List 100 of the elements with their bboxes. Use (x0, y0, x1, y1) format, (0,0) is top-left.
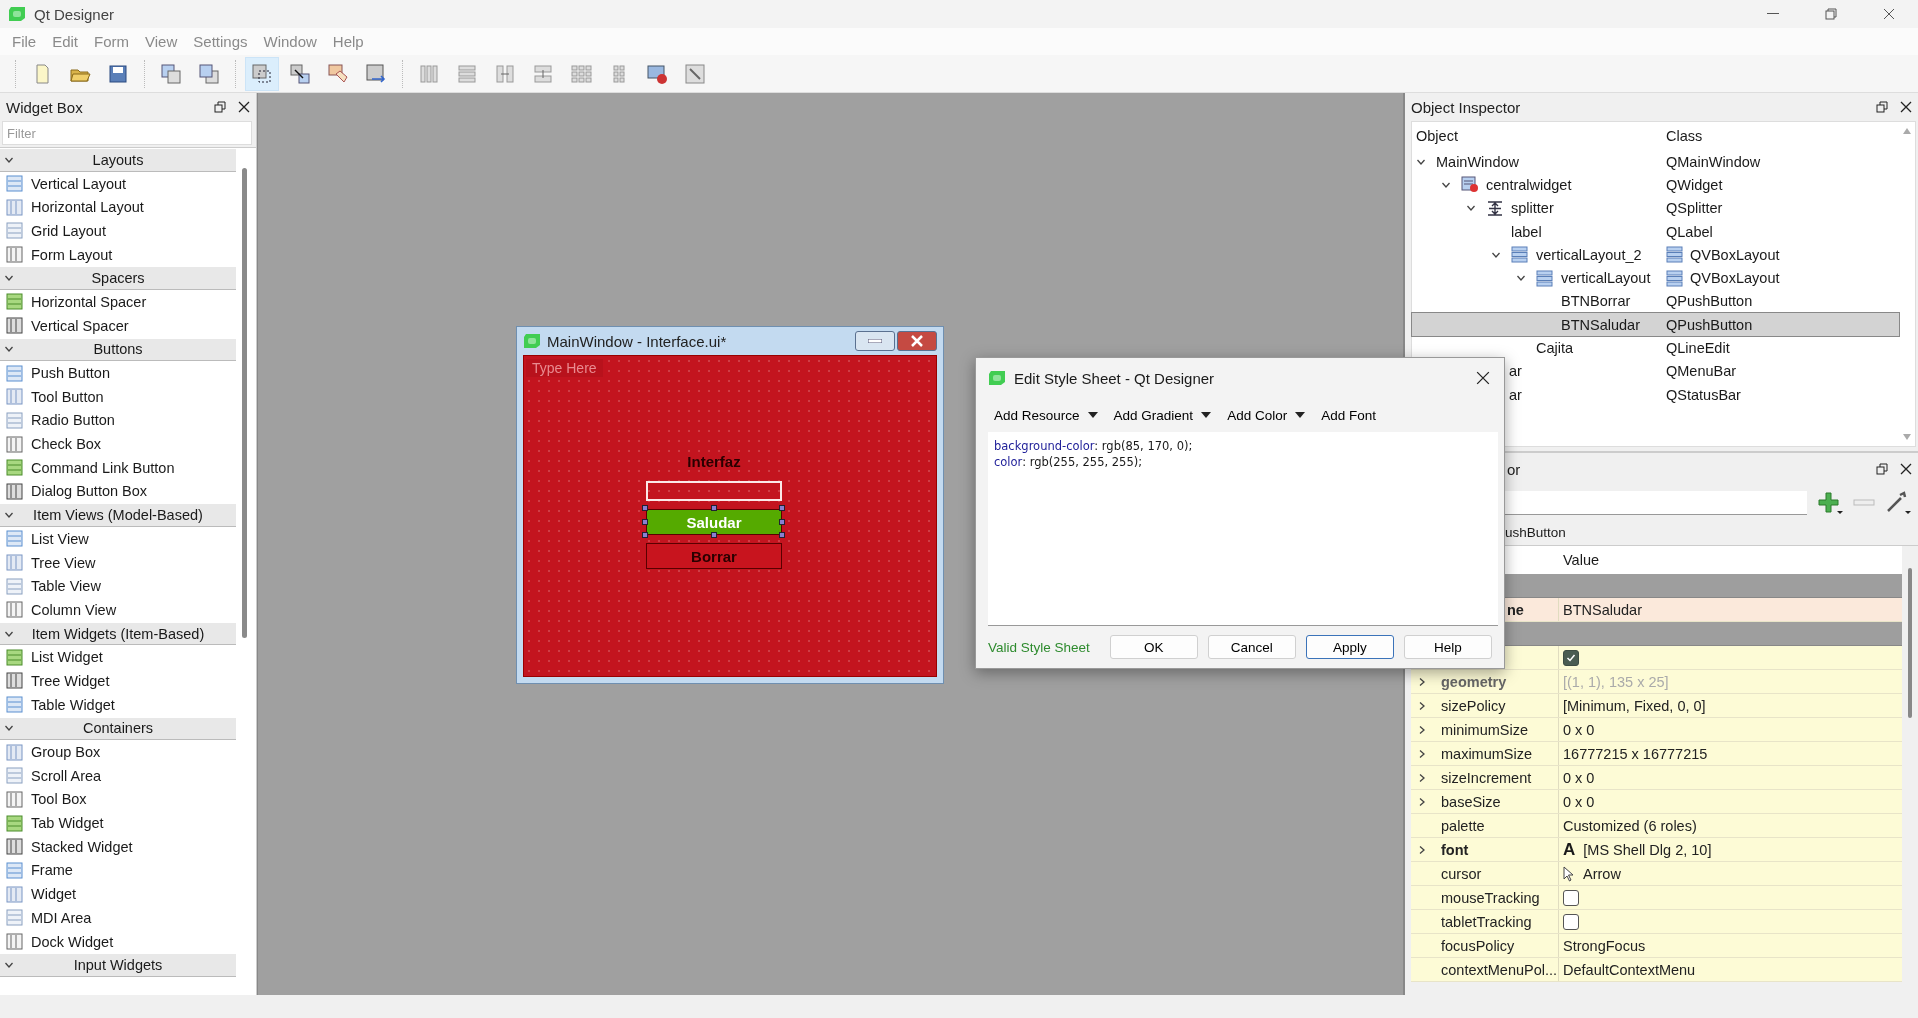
widget-item[interactable]: Tool Box (31, 791, 87, 808)
float-icon[interactable] (1876, 463, 1888, 475)
resize-handle[interactable] (779, 519, 785, 525)
chevron-icon[interactable] (1417, 700, 1427, 711)
category-header[interactable]: Item Views (Model-Based) (0, 503, 236, 527)
line-edit-field[interactable] (646, 481, 782, 501)
widget-item[interactable]: Tool Button (31, 388, 104, 405)
property-row[interactable]: sizePolicy [Minimum, Fixed, 0, 0] (1411, 694, 1902, 718)
plus-icon[interactable] (1817, 490, 1843, 515)
widget-item[interactable]: Widget (31, 886, 77, 903)
dialog-button[interactable]: Help (1403, 635, 1492, 659)
float-icon[interactable] (214, 101, 226, 113)
tree-row[interactable]: label QLabel (1412, 219, 1899, 244)
tree-row[interactable]: splitter QSplitter (1412, 196, 1899, 220)
tree-row[interactable]: Cajita QLineEdit (1412, 336, 1899, 360)
category-header[interactable]: Spacers (0, 266, 236, 291)
category-header[interactable]: Buttons (0, 337, 236, 362)
category-header[interactable]: Layouts (0, 148, 236, 172)
toolbar-button[interactable]: Add Resource (990, 405, 1102, 425)
minimize-button[interactable] (855, 331, 895, 351)
resize-handle[interactable] (779, 505, 785, 511)
widget-item[interactable]: Frame (31, 862, 73, 879)
widget-item[interactable]: Dock Widget (31, 933, 114, 950)
resize-handle[interactable] (642, 519, 648, 525)
code-editor[interactable]: background-color: rgb(85, 170, 0); color: rgb(255, 255, 255); (988, 432, 1498, 626)
widget-item[interactable]: Dialog Button Box (31, 483, 148, 500)
dialog-button[interactable]: Cancel (1207, 635, 1296, 659)
category-header[interactable]: Containers (0, 716, 236, 741)
resize-handle[interactable] (711, 532, 717, 538)
resize-handle[interactable] (642, 505, 648, 511)
status-text: Valid Style Sheet (988, 639, 1090, 655)
dialog-button[interactable]: OK (1109, 635, 1198, 659)
widget-item[interactable]: Tree View (31, 554, 96, 571)
widget-item[interactable]: MDI Area (31, 909, 92, 926)
float-icon[interactable] (1876, 101, 1888, 113)
widget-item[interactable]: Check Box (31, 436, 102, 453)
widget-item[interactable]: Vertical Spacer (31, 317, 129, 334)
widget-item[interactable]: Table View (31, 578, 101, 595)
chevron-icon[interactable] (1417, 844, 1427, 855)
widget-item[interactable]: List Widget (31, 649, 103, 666)
dialog-button[interactable]: Apply (1305, 635, 1394, 659)
tree-row[interactable]: BTNBorrar QPushButton (1412, 289, 1899, 314)
widget-item[interactable]: Horizontal Layout (31, 199, 144, 216)
widget-item[interactable]: Column View (31, 601, 117, 618)
close-icon[interactable] (238, 101, 250, 113)
property-row[interactable]: tabletTracking (1411, 910, 1902, 934)
widget-item[interactable]: Group Box (31, 744, 101, 761)
property-row[interactable]: focusPolicy StrongFocus (1411, 934, 1902, 958)
tree-row[interactable]: centralwidget QWidget (1412, 173, 1899, 197)
checkbox[interactable] (1563, 913, 1579, 930)
toolbar-button[interactable]: Add Gradient (1109, 405, 1216, 425)
form-window[interactable]: MainWindow - Interface.ui* Type Here Interfaz Saludar Borrar (516, 326, 944, 684)
property-value: 16777215 x 16777215 (1563, 745, 1708, 762)
tree-row[interactable]: verticalLayout_2 QVBoxLayout (1412, 243, 1899, 267)
property-row[interactable]: minimumSize 0 x 0 (1411, 718, 1902, 742)
resize-handle[interactable] (711, 505, 717, 511)
wrench-icon[interactable] (1885, 490, 1911, 515)
property-row[interactable]: sizeIncrement 0 x 0 (1411, 766, 1902, 790)
property-row[interactable]: palette Customized (6 roles) (1411, 814, 1902, 838)
close-icon[interactable] (1900, 463, 1912, 475)
class-name: QSplitter (1666, 200, 1723, 217)
widget-item[interactable]: Tree Widget (31, 672, 110, 689)
property-row[interactable]: baseSize 0 x 0 (1411, 790, 1902, 814)
checkbox[interactable] (1563, 889, 1579, 906)
property-row[interactable]: maximumSize 16777215 x 16777215 (1411, 742, 1902, 766)
chevron-icon[interactable] (1417, 772, 1427, 783)
chevron-icon[interactable] (1417, 748, 1427, 759)
widget-item[interactable]: Table Widget (31, 696, 115, 713)
widget-item[interactable]: Scroll Area (31, 767, 102, 784)
widget-item[interactable]: Form Layout (31, 246, 113, 263)
resize-handle[interactable] (779, 532, 785, 538)
widget-item[interactable]: Tab Widget (31, 815, 104, 832)
toolbar-button[interactable]: Add Color (1223, 405, 1310, 425)
resize-handle[interactable] (642, 532, 648, 538)
filter-field[interactable] (1505, 490, 1807, 515)
widget-item[interactable]: Push Button (31, 365, 110, 382)
widget-item[interactable]: Vertical Layout (31, 175, 127, 192)
column-header[interactable]: Class (1662, 128, 1862, 144)
toolbar-button[interactable] (245, 56, 279, 91)
close-icon[interactable] (1900, 101, 1912, 113)
property-row[interactable]: font A [MS Shell Dlg 2, 10] (1411, 838, 1902, 862)
widget-item[interactable]: Command Link Button (31, 459, 175, 476)
tree-row[interactable]: MainWindow QMainWindow (1412, 150, 1899, 174)
tree-row[interactable]: BTNSaludar QPushButton (1412, 313, 1899, 337)
widget-item[interactable]: Grid Layout (31, 222, 106, 239)
chevron-icon[interactable] (1417, 796, 1427, 807)
chevron-icon[interactable] (1417, 724, 1427, 735)
property-row[interactable]: cursor Arrow (1411, 862, 1902, 886)
toolbar-button[interactable]: Add Font (1317, 405, 1380, 425)
tree-row[interactable]: verticalLayout QVBoxLayout (1412, 266, 1899, 290)
widget-item[interactable]: List View (31, 530, 89, 547)
column-header[interactable]: Object (1412, 128, 1662, 144)
property-row[interactable]: contextMenuPol... DefaultContextMenu (1411, 958, 1902, 982)
widget-item[interactable]: Stacked Widget (31, 838, 133, 855)
widget-item[interactable]: Radio Button (31, 412, 115, 429)
checkbox[interactable] (1563, 649, 1579, 666)
category-header[interactable]: Item Widgets (Item-Based) (0, 621, 236, 646)
widget-item[interactable]: Horizontal Spacer (31, 293, 147, 310)
property-row[interactable]: mouseTracking (1411, 886, 1902, 910)
category-header[interactable]: Input Widgets (0, 953, 236, 978)
